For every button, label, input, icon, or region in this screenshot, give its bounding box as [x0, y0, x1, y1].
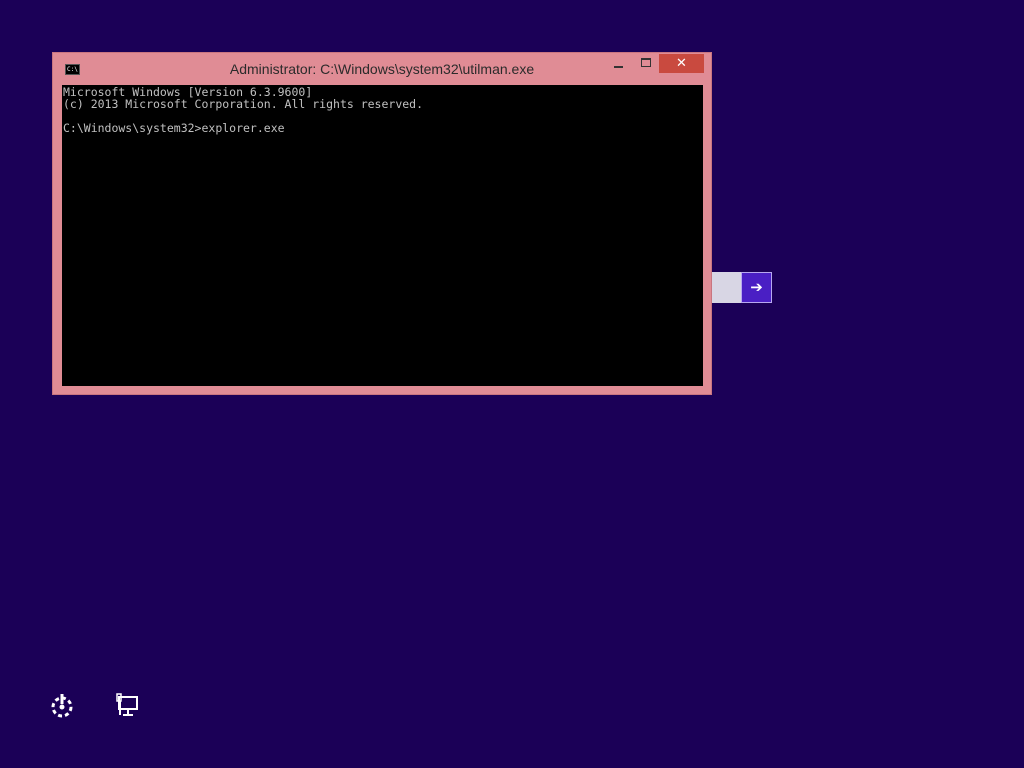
lock-screen: C:\ Administrator: C:\Windows\system32\u…: [0, 0, 1024, 768]
network-icon[interactable]: [114, 693, 140, 719]
console-output[interactable]: Microsoft Windows [Version 6.3.9600] (c)…: [62, 85, 703, 386]
password-field[interactable]: [712, 272, 742, 303]
submit-button[interactable]: ➔: [741, 272, 772, 303]
ease-of-access-icon[interactable]: [48, 692, 76, 720]
title-bar[interactable]: C:\ Administrator: C:\Windows\system32\u…: [53, 53, 711, 85]
close-button[interactable]: ✕: [659, 54, 704, 73]
command-prompt-window[interactable]: C:\ Administrator: C:\Windows\system32\u…: [52, 52, 712, 395]
console-line: (c) 2013 Microsoft Corporation. All righ…: [63, 97, 424, 111]
minimize-button[interactable]: [605, 54, 631, 73]
maximize-button[interactable]: [633, 54, 659, 73]
console-line: C:\Windows\system32>explorer.exe: [63, 121, 285, 135]
